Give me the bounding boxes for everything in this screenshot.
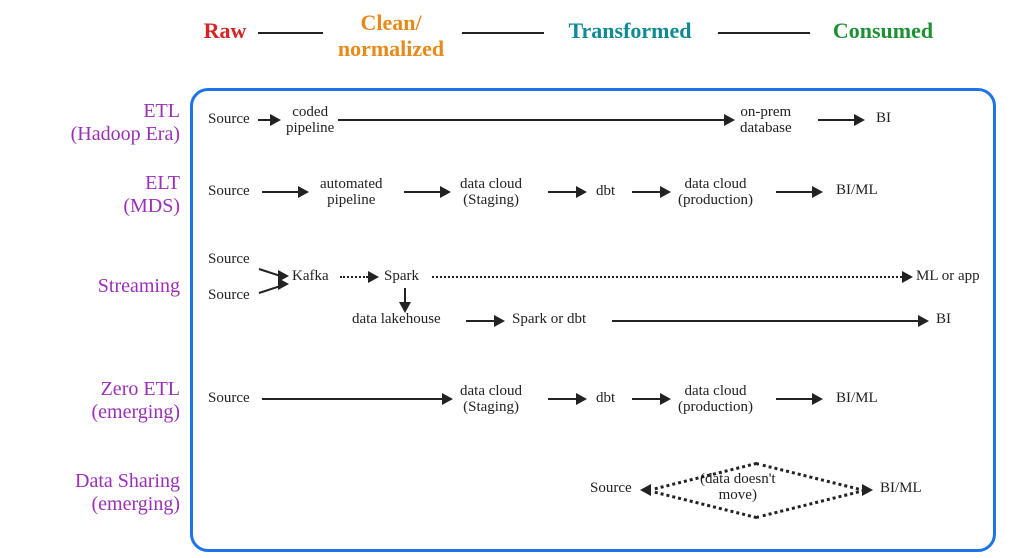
etl-bi: BI bbox=[876, 111, 891, 127]
share-bi: BI/ML bbox=[880, 481, 922, 497]
share-source: Source bbox=[590, 481, 632, 497]
arrow-head-icon bbox=[278, 278, 289, 290]
elt-bi: BI/ML bbox=[836, 183, 878, 199]
arrow-head-icon bbox=[862, 484, 873, 496]
arrow bbox=[776, 398, 812, 400]
header-transformed: Transformed bbox=[550, 18, 710, 44]
etl-onprem-db: on-prem database bbox=[740, 105, 792, 137]
row-label-zero: Zero ETL (emerging) bbox=[30, 378, 180, 424]
stream-lakehouse: data lakehouse bbox=[352, 312, 441, 328]
stream-ml: ML or app bbox=[916, 269, 980, 285]
zero-stage: data cloud (Staging) bbox=[460, 384, 522, 416]
header-line bbox=[718, 32, 810, 34]
arrow bbox=[404, 191, 440, 193]
elt-dbt: dbt bbox=[596, 184, 615, 200]
arrow-head-icon bbox=[918, 315, 929, 327]
stream-kafka: Kafka bbox=[292, 269, 329, 285]
arrow-head-icon bbox=[812, 393, 823, 405]
arrow bbox=[548, 398, 576, 400]
stream-bi: BI bbox=[936, 312, 951, 328]
arrow bbox=[818, 119, 854, 121]
share-note: (data doesn't move) bbox=[700, 472, 776, 504]
arrow-head-icon bbox=[640, 484, 651, 496]
zero-bi: BI/ML bbox=[836, 391, 878, 407]
arrow-dotted bbox=[340, 276, 368, 278]
arrow-head-icon bbox=[660, 393, 671, 405]
arrow-head-icon bbox=[270, 114, 281, 126]
arrow bbox=[632, 191, 660, 193]
etl-coded-pipeline: coded pipeline bbox=[286, 105, 334, 137]
arrow-head-icon bbox=[576, 186, 587, 198]
arrow bbox=[262, 191, 298, 193]
arrow bbox=[404, 288, 406, 302]
zero-dbt: dbt bbox=[596, 391, 615, 407]
arrow-head-icon bbox=[660, 186, 671, 198]
row-label-share: Data Sharing (emerging) bbox=[30, 470, 180, 516]
arrow-head-icon bbox=[494, 315, 505, 327]
arrow-dotted bbox=[432, 276, 902, 278]
arrow bbox=[466, 320, 494, 322]
arrow bbox=[262, 398, 442, 400]
header-raw: Raw bbox=[195, 18, 255, 44]
elt-stage: data cloud (Staging) bbox=[460, 177, 522, 209]
elt-automated-pipeline: automated pipeline bbox=[320, 177, 382, 209]
arrow-head-icon bbox=[576, 393, 587, 405]
arrow-head-icon bbox=[724, 114, 735, 126]
arrow-head-icon bbox=[812, 186, 823, 198]
header-consumed: Consumed bbox=[818, 18, 948, 44]
header-line bbox=[462, 32, 544, 34]
row-label-etl: ETL (Hadoop Era) bbox=[30, 100, 180, 146]
stream-source-2: Source bbox=[208, 288, 250, 304]
header-line bbox=[258, 32, 323, 34]
arrow-head-icon bbox=[298, 186, 309, 198]
arrow-head-icon bbox=[442, 393, 453, 405]
arrow-head-icon bbox=[902, 271, 913, 283]
stream-spark-or-dbt: Spark or dbt bbox=[512, 312, 586, 328]
arrow bbox=[258, 119, 270, 121]
arrow bbox=[338, 119, 724, 121]
row-label-elt: ELT (MDS) bbox=[30, 172, 180, 218]
arrow bbox=[776, 191, 812, 193]
elt-prod: data cloud (production) bbox=[678, 177, 753, 209]
arrow bbox=[612, 320, 918, 322]
etl-source: Source bbox=[208, 112, 250, 128]
zero-prod: data cloud (production) bbox=[678, 384, 753, 416]
arrow bbox=[548, 191, 576, 193]
arrow-head-icon bbox=[854, 114, 865, 126]
arrow-head-icon bbox=[368, 271, 379, 283]
stream-source-1: Source bbox=[208, 252, 250, 268]
arrow-head-icon bbox=[440, 186, 451, 198]
stream-spark: Spark bbox=[384, 269, 419, 285]
row-label-stream: Streaming bbox=[30, 275, 180, 298]
zero-source: Source bbox=[208, 391, 250, 407]
header-clean: Clean/ normalized bbox=[326, 10, 456, 62]
arrow bbox=[632, 398, 660, 400]
elt-source: Source bbox=[208, 184, 250, 200]
